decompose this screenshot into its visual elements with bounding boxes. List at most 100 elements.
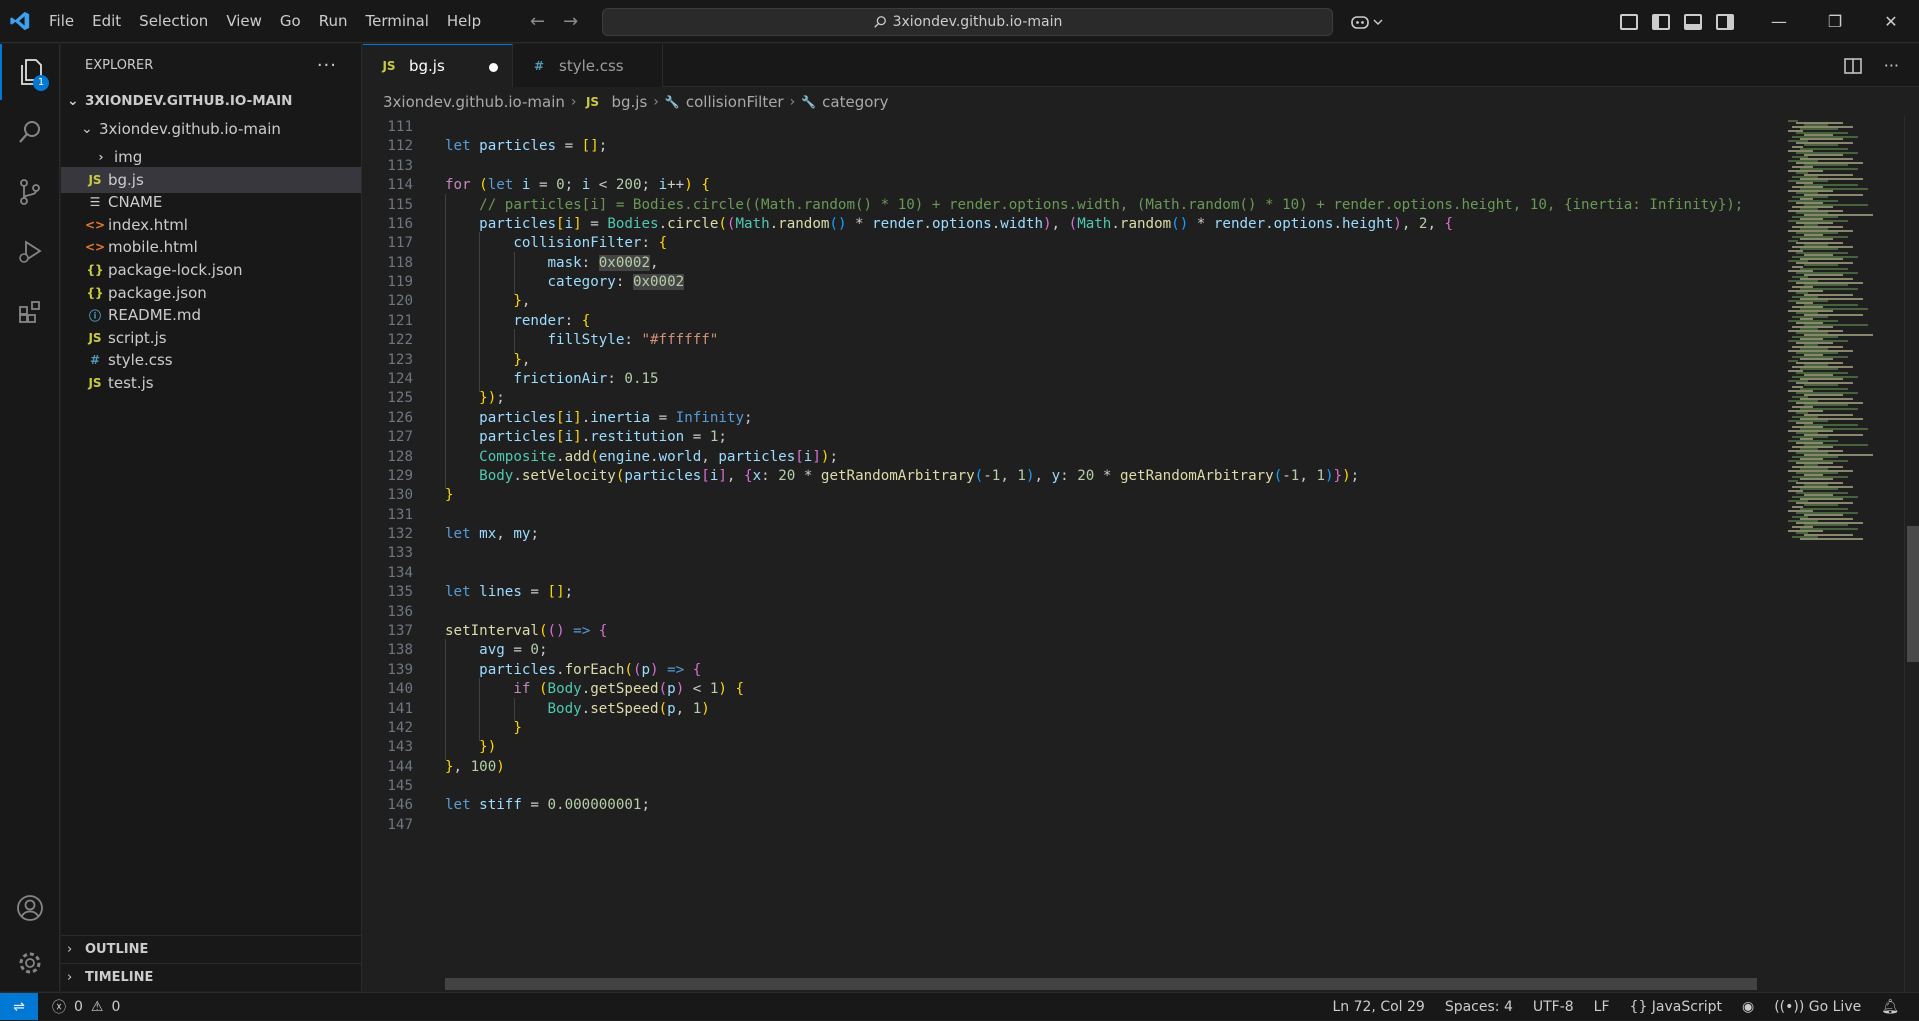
accounts-activity-button[interactable] (0, 880, 60, 936)
file-item-test-js[interactable]: JS test.js (61, 370, 361, 396)
chevron-down-icon: ⌄ (67, 93, 79, 109)
menu-go[interactable]: Go (271, 0, 310, 43)
menu-view[interactable]: View (217, 0, 271, 43)
timeline-label: TIMELINE (85, 970, 154, 985)
html-file-icon: <> (85, 217, 106, 232)
minimap-line (1804, 154, 1843, 156)
menu-selection[interactable]: Selection (130, 0, 217, 43)
copilot-status-icon[interactable]: ◉ (1742, 999, 1754, 1015)
problems-indicator[interactable]: ⓧ 0 ⚠ 0 (38, 997, 120, 1017)
status-right: Ln 72, Col 29 Spaces: 4 UTF-8 LF {} Java… (1332, 993, 1899, 1021)
menu-file[interactable]: File (40, 0, 83, 43)
breadcrumb-symbol[interactable]: category (822, 93, 888, 111)
css-file-icon: # (89, 353, 101, 368)
css-file-icon: # (533, 58, 545, 73)
source-control-activity-button[interactable] (0, 164, 60, 220)
scrollbar-thumb[interactable] (1907, 526, 1919, 662)
explorer-badge: 1 (33, 75, 49, 91)
js-file-icon: JS (88, 330, 102, 345)
go-live-label: Go Live (1808, 999, 1862, 1015)
copilot-button[interactable] (1350, 0, 1383, 43)
timeline-section[interactable]: › TIMELINE (61, 963, 361, 991)
toggle-secondary-sidebar-icon[interactable] (1716, 13, 1734, 30)
workspace-root-label: 3XIONDEV.GITHUB.IO-MAIN (85, 93, 293, 109)
menu-edit[interactable]: Edit (83, 0, 130, 43)
restore-button[interactable]: ❐ (1807, 12, 1863, 31)
unsaved-dot-icon[interactable] (489, 63, 498, 72)
code-line[interactable]: 147 (363, 814, 1779, 838)
forward-arrow-icon[interactable]: → (563, 11, 578, 32)
minimap-line (1804, 394, 1843, 396)
remote-indicator[interactable]: ⇌ (0, 993, 38, 1020)
extensions-icon (19, 301, 40, 323)
breadcrumb-folder[interactable]: 3xiondev.github.io-main (383, 93, 565, 111)
broadcast-icon: ((•)) (1774, 999, 1809, 1015)
json-file-icon: {} (86, 285, 104, 300)
source-control-icon (20, 179, 40, 205)
minimap-line (1804, 514, 1843, 516)
encoding[interactable]: UTF-8 (1533, 999, 1574, 1015)
wrench-icon: 🔧 (801, 95, 817, 109)
breadcrumb-file[interactable]: bg.js (612, 93, 648, 111)
wrench-icon: 🔧 (664, 95, 680, 109)
search-activity-button[interactable] (0, 104, 60, 160)
code-editor[interactable]: 111 112 let particles = []; 113 114 for (let … (363, 116, 1779, 992)
minimap-line (1800, 488, 1838, 490)
search-icon (873, 16, 886, 28)
nav-arrows: ← → (530, 0, 578, 43)
error-count: 0 (74, 998, 83, 1015)
folder-row[interactable]: ⌄ 3xiondev.github.io-main (61, 116, 361, 142)
horizontal-scrollbar[interactable] (445, 978, 1757, 990)
go-live-button[interactable]: ((•)) Go Live (1774, 999, 1861, 1015)
command-center-search[interactable]: 3xiondev.github.io-main (602, 8, 1333, 36)
txt-file-icon: ☰ (89, 195, 101, 210)
chevron-right-icon: › (653, 94, 659, 110)
menu-help[interactable]: Help (438, 0, 490, 43)
minimap-line (1800, 358, 1833, 360)
tab-bg-js[interactable]: JS bg.js (363, 44, 513, 87)
js-file-icon: JS (88, 172, 102, 187)
more-actions-icon[interactable]: ··· (1884, 56, 1899, 75)
toggle-primary-sidebar-icon[interactable] (1652, 13, 1670, 30)
outline-label: OUTLINE (85, 942, 149, 957)
close-button[interactable]: ✕ (1863, 12, 1919, 31)
toggle-panel-icon[interactable] (1684, 13, 1702, 30)
tab-style-css[interactable]: # style.css (513, 44, 663, 87)
minimap[interactable] (1780, 116, 1904, 992)
chevron-right-icon: › (67, 970, 73, 985)
menu-terminal[interactable]: Terminal (357, 0, 438, 43)
language-mode[interactable]: {} JavaScript (1630, 999, 1722, 1015)
file-label: package-lock.json (108, 261, 243, 279)
run-debug-activity-button[interactable] (0, 224, 60, 280)
file-label: package.json (108, 283, 207, 302)
menu-run[interactable]: Run (310, 0, 357, 43)
warning-icon: ⚠ (90, 998, 104, 1015)
indentation[interactable]: Spaces: 4 (1445, 999, 1513, 1015)
outline-section[interactable]: › OUTLINE (61, 935, 361, 963)
cursor-position[interactable]: Ln 72, Col 29 (1332, 999, 1424, 1015)
end-of-line[interactable]: LF (1594, 999, 1610, 1015)
copilot-icon (1351, 15, 1369, 29)
file-label: index.html (108, 215, 188, 234)
notifications-bell-icon[interactable]: 🔔︎ (1881, 999, 1899, 1015)
activity-bar: 1 (0, 44, 60, 991)
breadcrumb: 3xiondev.github.io-main › JS bg.js › 🔧 c… (363, 88, 1919, 116)
vertical-scrollbar[interactable] (1904, 116, 1919, 992)
split-editor-icon[interactable] (1843, 57, 1862, 74)
workspace-root[interactable]: ⌄ 3XIONDEV.GITHUB.IO-MAIN (61, 88, 361, 114)
file-label: README.md (108, 306, 202, 325)
editor-tabs: JS bg.js # style.css ··· (363, 44, 1919, 87)
explorer-activity-button[interactable]: 1 (0, 44, 60, 100)
more-actions-icon[interactable]: ··· (317, 55, 337, 76)
breadcrumb-symbol[interactable]: collisionFilter (686, 93, 784, 111)
html-file-icon: <> (85, 240, 106, 255)
minimize-button[interactable]: — (1751, 12, 1807, 31)
extensions-activity-button[interactable] (0, 284, 60, 340)
minimap-line (1800, 128, 1838, 130)
manage-activity-button[interactable] (0, 935, 60, 991)
window-controls: — ❐ ✕ (1751, 0, 1919, 43)
minimap-line (1804, 264, 1838, 266)
account-icon (17, 895, 43, 921)
back-arrow-icon[interactable]: ← (530, 11, 545, 32)
customize-layout-icon[interactable] (1620, 13, 1638, 30)
